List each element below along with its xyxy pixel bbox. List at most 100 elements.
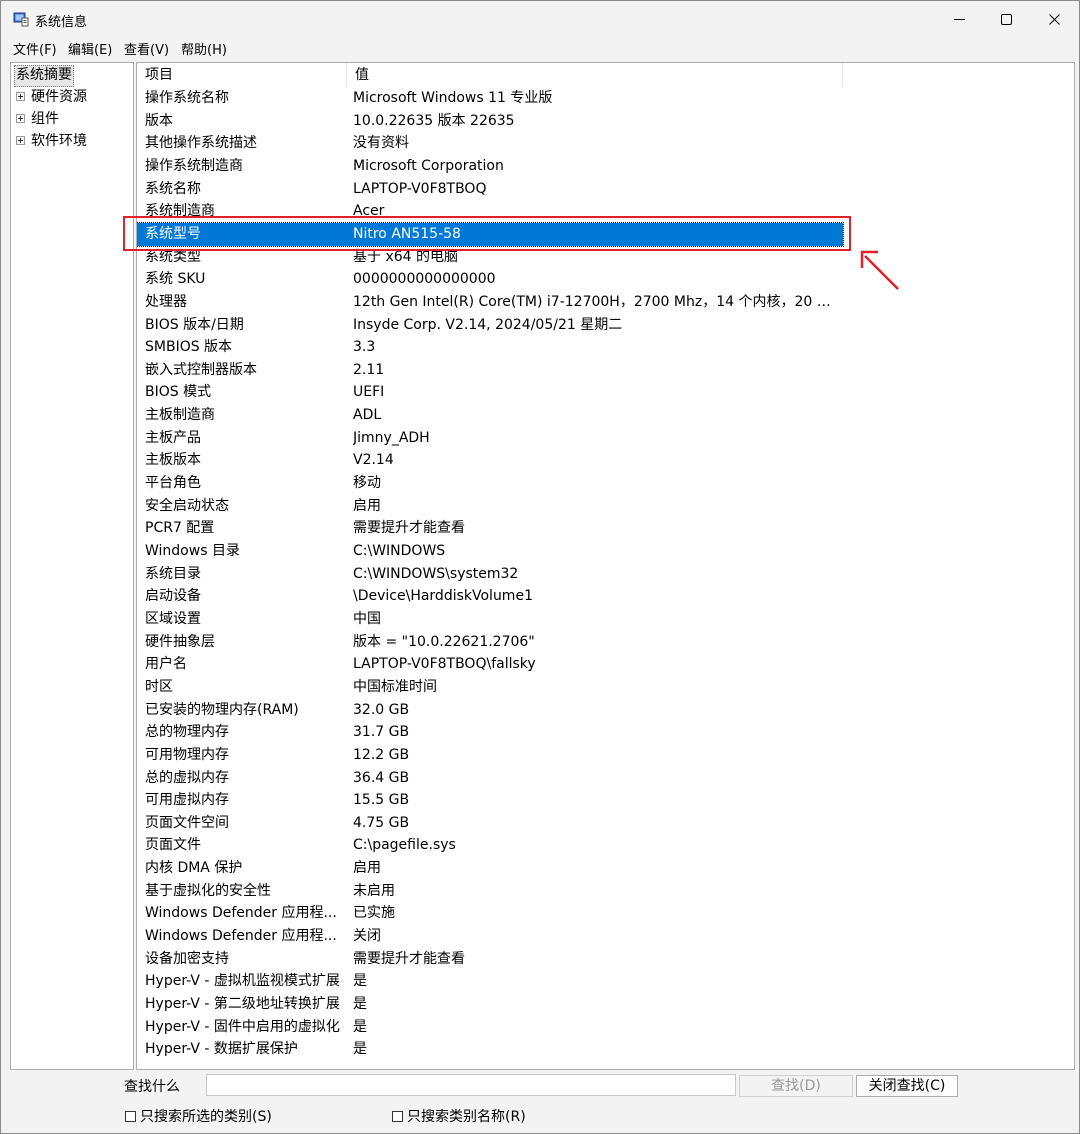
maximize-icon <box>1000 13 1012 25</box>
table-row[interactable]: 启动设备 \Device\HarddiskVolume1 <box>137 585 843 608</box>
table-row[interactable]: 系统制造商 Acer <box>137 200 843 223</box>
tree-item-software-environment[interactable]: 软件环境 <box>31 131 87 151</box>
menu-view[interactable]: 查看(V) <box>124 39 169 58</box>
maximize-button[interactable] <box>982 1 1030 37</box>
table-row[interactable]: BIOS 版本/日期 Insyde Corp. V2.14, 2024/05/21… <box>137 314 843 337</box>
row-item-value: Microsoft Corporation <box>353 157 504 174</box>
tree-item-hardware-resources[interactable]: 硬件资源 <box>31 87 87 107</box>
search-category-names-checkbox[interactable]: 只搜索类别名称(R) <box>392 1106 526 1126</box>
find-button[interactable]: 查找(D) <box>739 1075 853 1097</box>
find-what-input[interactable] <box>206 1074 736 1096</box>
table-row[interactable]: 已安装的物理内存(RAM) 32.0 GB <box>137 699 843 722</box>
row-item-name: 嵌入式控制器版本 <box>145 361 257 378</box>
checkbox-box[interactable] <box>392 1110 403 1122</box>
table-row[interactable]: PCR7 配置 需要提升才能查看 <box>137 517 843 540</box>
table-row[interactable]: 版本 10.0.22635 版本 22635 <box>137 110 843 133</box>
row-item-value: 4.75 GB <box>353 814 410 831</box>
table-row[interactable]: 处理器 12th Gen Intel(R) Core(TM) i7-12700H，… <box>137 291 843 314</box>
close-icon <box>1048 13 1060 25</box>
table-row[interactable]: 总的虚拟内存 36.4 GB <box>137 767 843 790</box>
table-row[interactable]: Windows Defender 应用程... 已实施 <box>137 902 843 925</box>
table-row[interactable]: 嵌入式控制器版本 2.11 <box>137 359 843 382</box>
table-row[interactable]: 用户名 LAPTOP-V0F8TBOQ\fallsky <box>137 653 843 676</box>
title-bar[interactable]: 系统信息 <box>1 1 1079 37</box>
table-row[interactable]: 硬件抽象层 版本 = "10.0.22621.2706" <box>137 631 843 654</box>
row-item-name: 平台角色 <box>145 475 201 492</box>
row-item-name: Windows 目录 <box>145 543 240 559</box>
table-row[interactable]: Windows 目录 C:\WINDOWS <box>137 540 843 563</box>
table-row[interactable]: 页面文件空间 4.75 GB <box>137 812 843 835</box>
row-item-value: 版本 = "10.0.22621.2706" <box>353 633 535 650</box>
row-item-value: 是 <box>353 973 367 990</box>
close-find-button[interactable]: 关闭查找(C) <box>856 1075 958 1097</box>
row-item-value: 未启用 <box>353 882 395 899</box>
close-button[interactable] <box>1030 1 1078 37</box>
row-item-value: 12.2 GB <box>353 746 410 763</box>
window-title: 系统信息 <box>35 15 88 30</box>
column-header-item[interactable]: 项目 <box>137 63 347 87</box>
table-row[interactable]: Hyper-V - 第二级地址转换扩展是 <box>137 993 843 1016</box>
checkbox-label: 只搜索所选的类别(S) <box>140 1109 272 1125</box>
table-row[interactable]: Hyper-V - 数据扩展保护 是 <box>137 1038 843 1061</box>
table-row[interactable]: BIOS 模式 UEFI <box>137 381 843 404</box>
table-row[interactable]: 基于虚拟化的安全性 未启用 <box>137 880 843 903</box>
row-item-value: 启用 <box>353 497 381 514</box>
row-item-name: 内核 DMA 保护 <box>145 860 243 877</box>
row-item-value: 3.3 <box>353 339 376 356</box>
table-row[interactable]: Hyper-V - 固件中启用的虚拟化是 <box>137 1016 843 1039</box>
table-row[interactable]: 总的物理内存 31.7 GB <box>137 721 843 744</box>
table-row[interactable]: 可用物理内存 12.2 GB <box>137 744 843 767</box>
minimize-button[interactable] <box>935 1 983 37</box>
category-tree[interactable]: 系统摘要 硬件资源 组件 软件环境 <box>10 62 134 1070</box>
menu-edit[interactable]: 编辑(E) <box>68 39 112 58</box>
row-item-name: Hyper-V - 虚拟机监视模式扩展 <box>145 973 340 990</box>
search-selected-category-checkbox[interactable]: 只搜索所选的类别(S) <box>125 1106 272 1126</box>
table-row[interactable]: 页面文件 C:\pagefile.sys <box>137 834 843 857</box>
row-item-value: 15.5 GB <box>353 792 410 809</box>
row-item-value: 32.0 GB <box>353 701 410 718</box>
tree-item-system-summary[interactable]: 系统摘要 <box>14 65 74 87</box>
column-header-value[interactable]: 值 <box>347 63 843 87</box>
row-item-name: 操作系统名称 <box>145 90 229 106</box>
row-item-value: C:\WINDOWS <box>353 543 446 559</box>
table-row[interactable]: 主板版本 V2.14 <box>137 449 843 472</box>
row-item-name: 页面文件空间 <box>145 814 229 831</box>
table-row[interactable]: 主板制造商 ADL <box>137 404 843 427</box>
table-row[interactable]: 时区 中国标准时间 <box>137 676 843 699</box>
table-row[interactable]: 系统型号 Nitro AN515-58 <box>137 221 844 247</box>
table-row[interactable]: 其他操作系统描述 没有资料 <box>137 132 843 155</box>
table-row[interactable]: 平台角色 移动 <box>137 472 843 495</box>
row-item-name: 系统名称 <box>145 180 201 197</box>
row-item-name: 区域设置 <box>145 610 201 627</box>
table-row[interactable]: 系统类型 基于 x64 的电脑 <box>137 246 843 269</box>
table-row[interactable]: 系统 SKU 0000000000000000 <box>137 268 843 291</box>
table-row[interactable]: 内核 DMA 保护 启用 <box>137 857 843 880</box>
checkbox-box[interactable] <box>125 1110 136 1122</box>
menu-help[interactable]: 帮助(H) <box>181 39 227 58</box>
row-item-value: Insyde Corp. V2.14, 2024/05/21 星期二 <box>353 316 623 333</box>
menu-file[interactable]: 文件(F) <box>13 39 57 58</box>
table-row[interactable]: Hyper-V - 虚拟机监视模式扩展是 <box>137 970 843 993</box>
table-row[interactable]: Windows Defender 应用程... 关闭 <box>137 925 843 948</box>
table-row[interactable]: 主板产品 Jimny_ADH <box>137 427 843 450</box>
tree-expand-icon[interactable] <box>16 92 25 101</box>
table-row[interactable]: 安全启动状态 启用 <box>137 495 843 518</box>
tree-item-components[interactable]: 组件 <box>31 109 59 129</box>
table-row[interactable]: 系统目录 C:\WINDOWS\system32 <box>137 563 843 586</box>
details-list[interactable]: 项目 值 操作系统名称 Microsoft Windows 11 专业版 版本 10.… <box>136 62 1075 1070</box>
row-item-value: LAPTOP-V0F8TBOQ\fallsky <box>353 656 536 673</box>
table-row[interactable]: 可用虚拟内存 15.5 GB <box>137 789 843 812</box>
table-row[interactable]: 操作系统制造商 Microsoft Corporation <box>137 155 843 178</box>
table-row[interactable]: 系统名称 LAPTOP-V0F8TBOQ <box>137 178 843 201</box>
table-row[interactable]: 设备加密支持 需要提升才能查看 <box>137 948 843 971</box>
table-row[interactable]: 区域设置 中国 <box>137 608 843 631</box>
table-row[interactable]: SMBIOS 版本 3.3 <box>137 336 843 359</box>
tree-expand-icon[interactable] <box>16 114 25 123</box>
table-row[interactable]: 操作系统名称 Microsoft Windows 11 专业版 <box>137 87 843 110</box>
row-item-name: 处理器 <box>145 293 187 310</box>
tree-expand-icon[interactable] <box>16 136 25 145</box>
row-item-value: V2.14 <box>353 452 394 469</box>
row-item-value: C:\WINDOWS\system32 <box>353 565 519 582</box>
row-item-name: 已安装的物理内存(RAM) <box>145 701 299 718</box>
row-item-name: 主板制造商 <box>145 407 215 424</box>
